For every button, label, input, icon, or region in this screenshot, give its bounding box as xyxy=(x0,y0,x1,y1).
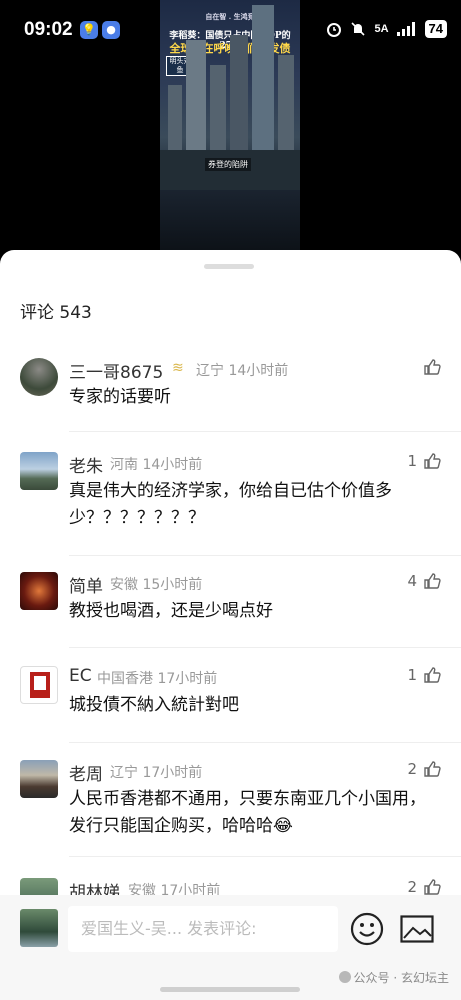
comment-text: 专家的话要听 xyxy=(69,387,171,407)
comment-input-bar: 爱国生义-吴... 发表评论: 公众号 · 玄幻坛主 xyxy=(0,895,461,1000)
comment-username[interactable]: 老朱 xyxy=(69,452,103,477)
comment-text: 教授也喝酒，还是少喝点好 xyxy=(69,601,273,621)
status-icons: 5A 74 xyxy=(326,20,447,38)
image-icon[interactable] xyxy=(400,915,434,943)
like-button[interactable]: 4 xyxy=(407,572,441,590)
divider xyxy=(69,742,461,743)
message-app-icon: ● xyxy=(102,21,120,39)
avatar[interactable] xyxy=(20,760,58,798)
notification-app-icon: 💡 xyxy=(80,21,98,39)
network-type: 5A xyxy=(374,23,389,35)
home-indicator[interactable] xyxy=(160,987,300,992)
comment-username[interactable]: 简单 xyxy=(69,572,103,597)
alarm-icon xyxy=(327,23,342,37)
badge-icon: ≋ xyxy=(172,360,184,376)
signal-icon xyxy=(396,22,415,36)
divider xyxy=(69,555,461,556)
like-icon xyxy=(424,667,441,683)
divider xyxy=(69,431,461,432)
comment-username[interactable]: 老周 xyxy=(69,760,103,785)
like-button[interactable] xyxy=(417,358,441,376)
divider xyxy=(69,647,461,648)
comment-text: 城投債不納入統計對吧 xyxy=(69,695,239,715)
avatar[interactable] xyxy=(20,666,58,704)
comment-meta: 安徽 15小时前 xyxy=(110,577,203,593)
my-avatar[interactable] xyxy=(20,909,58,947)
comment-meta: 中国香港 17小时前 xyxy=(97,671,218,687)
like-icon xyxy=(424,453,441,469)
like-icon xyxy=(424,879,441,895)
comment-sheet: 评论 543 三一哥8675 ≋ 辽宁 14小时前 专家的话要听 老朱 河南 1… xyxy=(0,250,461,1000)
comment-meta: 辽宁 14小时前 xyxy=(196,363,289,379)
status-bar: 09:02 💡 ● 5A 74 xyxy=(0,0,461,60)
avatar[interactable] xyxy=(20,358,58,396)
comment-text: 人民币香港都不通用，只要东南亚几个小国用，发行只能国企购买，哈哈哈😂 xyxy=(69,789,426,836)
emoji-icon[interactable] xyxy=(350,912,384,946)
sheet-drag-handle[interactable] xyxy=(204,264,254,269)
comment-text: 真是伟大的经济学家，你给自已估个价值多少？？？？？？？ xyxy=(69,481,392,528)
wechat-icon xyxy=(338,971,351,983)
like-icon xyxy=(424,359,441,375)
comment-meta: 河南 14小时前 xyxy=(110,457,203,473)
comment-input[interactable]: 爱国生义-吴... 发表评论: xyxy=(68,906,338,952)
battery-indicator: 74 xyxy=(424,20,447,38)
avatar[interactable] xyxy=(20,452,58,490)
comment-username[interactable]: 三一哥8675 xyxy=(69,358,163,383)
like-button[interactable]: 1 xyxy=(407,666,441,684)
like-button[interactable]: 1 xyxy=(407,452,441,470)
mute-icon xyxy=(351,22,366,36)
comment-username[interactable]: EC xyxy=(69,666,92,686)
video-caption: 券登的陷阱 xyxy=(205,158,251,171)
status-time: 09:02 xyxy=(24,19,73,40)
watermark: 公众号 · 玄幻坛主 xyxy=(338,969,449,986)
comment-meta: 辽宁 17小时前 xyxy=(110,765,203,781)
like-icon xyxy=(424,761,441,777)
like-icon xyxy=(424,573,441,589)
like-button[interactable]: 2 xyxy=(407,878,441,896)
like-button[interactable]: 2 xyxy=(407,760,441,778)
avatar[interactable] xyxy=(20,572,58,610)
comment-count-title: 评论 543 xyxy=(20,303,92,323)
divider xyxy=(69,856,461,857)
